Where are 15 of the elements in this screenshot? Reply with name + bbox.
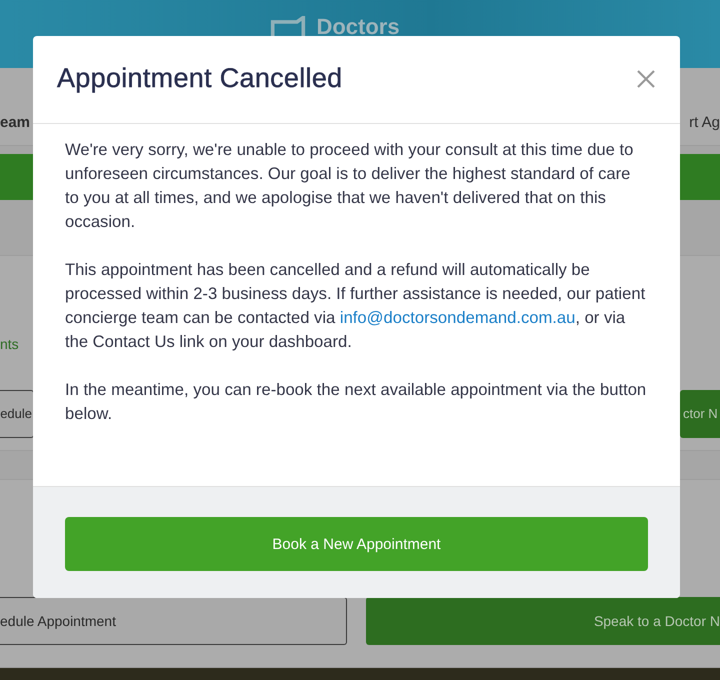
book-button[interactable]: Book a New Appointment [65, 517, 648, 571]
schedule-button[interactable]: edule Appointment [0, 597, 347, 646]
tab[interactable]: rt Ag [689, 114, 720, 132]
paragraph: This appointment has been cancelled and a refund will automatically be processed within 2-3 business days. If further assistance is needed, our patient concierge team can be contacted via info@doctorsondemand.com.au, or via the Contact Us link on your dashboard. [65, 259, 646, 353]
close-button[interactable] [636, 68, 656, 88]
paragraph: In the meantime, you can re-book the next available appointment via the button below. [65, 379, 648, 425]
speak-button[interactable]: ctor N [680, 390, 720, 438]
speak-button[interactable]: Speak to a Doctor N [366, 597, 720, 646]
tab[interactable]: eam [0, 114, 30, 132]
dialog-title: Appointment Cancelled [57, 63, 342, 94]
link[interactable]: nts [0, 336, 19, 352]
logo-text: Doctors [316, 14, 400, 40]
email-link[interactable]: info@doctorsondemand.com.au [340, 308, 576, 327]
schedule-button[interactable]: edule [0, 390, 34, 438]
paragraph: We're very sorry, we're unable to proceed with your consult at this time due to unforeseen circumstances. Our goal is to deliver the highest standard of care to you at all times, and we apologise that we haven't delivered that on this occasion. [65, 139, 634, 233]
